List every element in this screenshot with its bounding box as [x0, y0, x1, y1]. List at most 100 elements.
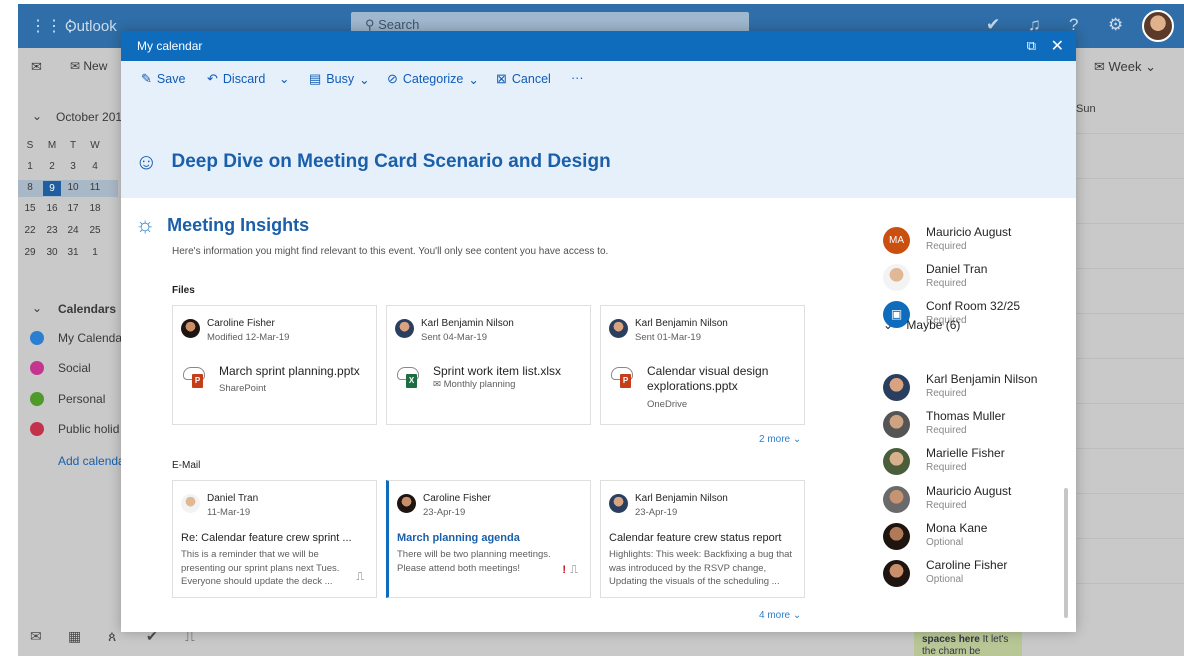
grid-line — [1076, 358, 1184, 359]
undo-icon: ↶ — [207, 71, 218, 86]
email-preview: This is a reminder that we will be prese… — [181, 549, 340, 587]
chevron-down-icon: ⌄ — [279, 72, 290, 86]
attendee-name: Karl Benjamin Nilson — [926, 372, 1038, 386]
busy-dropdown[interactable]: ▤ Busy ⌄ — [309, 71, 370, 87]
calendar-day[interactable]: 22 — [21, 225, 39, 236]
grid-line — [1076, 403, 1184, 404]
email-date: 23-Apr-19 — [635, 507, 678, 518]
weekday-label: W — [90, 140, 100, 151]
categorize-dropdown[interactable]: ⊘ Categorize ⌄ — [387, 71, 479, 87]
busy-label: Busy — [326, 72, 355, 86]
calendar-day[interactable]: 4 — [86, 161, 104, 172]
calendar-day-selected[interactable]: 9 — [43, 181, 61, 196]
email-card[interactable]: Karl Benjamin Nilson 23-Apr-19 Calendar … — [600, 480, 805, 598]
attendee-item[interactable]: MA Mauricio August Required — [883, 225, 1073, 261]
discard-dropdown[interactable]: ⌄ — [279, 71, 289, 86]
attendee-item[interactable]: Caroline Fisher Optional — [883, 558, 1073, 594]
grid-line — [1076, 448, 1184, 449]
teaser-card[interactable]: spaces here It let's the charm be — [914, 628, 1022, 656]
save-button[interactable]: ✎ Save — [141, 71, 185, 87]
calendar-item-label[interactable]: Public holid — [58, 422, 119, 436]
file-card[interactable]: Karl Benjamin Nilson Sent 04-Mar-19 X Sp… — [386, 305, 591, 425]
calendar-item-label[interactable]: Social — [58, 361, 91, 375]
discard-button[interactable]: ↶ Discard — [207, 71, 265, 87]
attendee-item[interactable]: Thomas Muller Required — [883, 409, 1073, 445]
mail-icon[interactable]: ✉ — [31, 59, 42, 75]
file-author: Karl Benjamin Nilson — [635, 318, 728, 329]
attendee-role: Required — [926, 500, 967, 511]
emails-more-link[interactable]: 4 more ⌄ — [759, 610, 801, 621]
grid-line — [1076, 583, 1184, 584]
mail-icon[interactable]: ✉ — [30, 628, 42, 645]
gear-icon[interactable]: ⚙ — [1108, 15, 1123, 35]
email-date: 23-Apr-19 — [423, 507, 466, 518]
calendar-day[interactable]: 29 — [21, 247, 39, 258]
file-card[interactable]: Karl Benjamin Nilson Sent 01-Mar-19 P Ca… — [600, 305, 805, 425]
close-icon[interactable]: ✕ — [1051, 36, 1064, 56]
maybe-group-toggle[interactable]: ⌄ Maybe (6) — [883, 318, 960, 332]
calendar-day[interactable]: 2 — [43, 161, 61, 172]
file-name: March sprint planning.pptx — [219, 364, 360, 378]
grid-line — [1076, 178, 1184, 179]
calendar-day[interactable]: 11 — [86, 182, 104, 193]
attendee-item[interactable]: Mona Kane Optional — [883, 521, 1073, 557]
avatar — [397, 494, 416, 513]
calendar-day[interactable]: 3 — [64, 161, 82, 172]
files-more-link[interactable]: 2 more ⌄ — [759, 434, 801, 445]
new-button[interactable]: ✉ New — [70, 59, 107, 73]
file-card[interactable]: Caroline Fisher Modified 12-Mar-19 P Mar… — [172, 305, 377, 425]
grid-line — [1076, 313, 1184, 314]
week-view-button[interactable]: ✉ Week ⌄ — [1094, 59, 1156, 75]
calendar-color-dot[interactable] — [30, 392, 44, 406]
add-calendar-link[interactable]: Add calenda — [58, 454, 125, 468]
attendee-name: Marielle Fisher — [926, 446, 1005, 460]
calendar-day[interactable]: 17 — [64, 203, 82, 214]
event-title[interactable]: Deep Dive on Meeting Card Scenario and D… — [171, 151, 610, 173]
chevron-down-icon[interactable]: ⌄ — [32, 301, 42, 315]
calendar-day[interactable]: 31 — [64, 247, 82, 258]
attendee-item[interactable]: Mauricio August Required — [883, 484, 1073, 520]
palette-icon[interactable]: ☺ — [135, 149, 157, 175]
calendar-icon[interactable]: ▦ — [68, 628, 81, 645]
search-icon: ⚲ — [365, 17, 379, 32]
calendar-day[interactable]: 25 — [86, 225, 104, 236]
dialog-header: ✎ Save ↶ Discard ⌄ ▤ Busy ⌄ ⊘ Categorize ⌄ ⊠ Ca… — [121, 61, 1076, 198]
people-icon[interactable]: ጰ — [108, 628, 116, 645]
calendar-day[interactable]: 16 — [43, 203, 61, 214]
popout-icon[interactable]: ⧉ — [1027, 38, 1036, 54]
calendar-item-label[interactable]: My Calenda — [58, 331, 122, 345]
calendar-color-dot[interactable] — [30, 361, 44, 375]
calendar-day[interactable]: 8 — [21, 182, 39, 193]
chevron-down-icon[interactable]: ⌄ — [32, 109, 42, 123]
attendee-role: Required — [926, 462, 967, 473]
email-card[interactable]: Caroline Fisher 23-Apr-19 March planning… — [386, 480, 591, 598]
calendar-color-dot[interactable] — [30, 331, 44, 345]
calendar-day[interactable]: 1 — [21, 161, 39, 172]
chevron-down-icon: ⌄ — [359, 72, 370, 87]
email-card[interactable]: Daniel Tran 11-Mar-19 Re: Calendar featu… — [172, 480, 377, 598]
outlook-window: ⋮⋮⋮ Outlook ⚲ Search ✔ ♫ ? ⚙ ✉ ✉ New ⌄ O… — [0, 0, 1184, 656]
attendee-item[interactable]: Daniel Tran Required — [883, 262, 1073, 298]
calendar-day[interactable]: 23 — [43, 225, 61, 236]
calendar-day[interactable]: 30 — [43, 247, 61, 258]
calendar-day[interactable]: 24 — [64, 225, 82, 236]
attendee-item[interactable]: Karl Benjamin Nilson Required — [883, 372, 1073, 408]
calendar-day[interactable]: 1 — [86, 247, 104, 258]
attendee-name: Caroline Fisher — [926, 558, 1008, 572]
file-author: Karl Benjamin Nilson — [421, 318, 514, 329]
chevron-down-icon: ⌄ — [1145, 59, 1157, 74]
more-options-button[interactable]: ··· — [571, 71, 584, 85]
attendee-scrollbar[interactable] — [1064, 206, 1068, 626]
attendee-role: Required — [926, 425, 967, 436]
attendee-item[interactable]: Marielle Fisher Required — [883, 446, 1073, 482]
user-avatar[interactable] — [1142, 10, 1174, 42]
email-preview: There will be two planning meetings. Ple… — [397, 549, 551, 574]
scrollbar-thumb[interactable] — [1064, 488, 1068, 618]
calendar-item-label[interactable]: Personal — [58, 392, 105, 406]
cancel-button[interactable]: ⊠ Cancel — [496, 71, 551, 87]
calendar-color-dot[interactable] — [30, 422, 44, 436]
calendar-day[interactable]: 15 — [21, 203, 39, 214]
calendar-day[interactable]: 18 — [86, 203, 104, 214]
calendar-day[interactable]: 10 — [64, 182, 82, 193]
week-view-label: Week — [1108, 59, 1142, 74]
